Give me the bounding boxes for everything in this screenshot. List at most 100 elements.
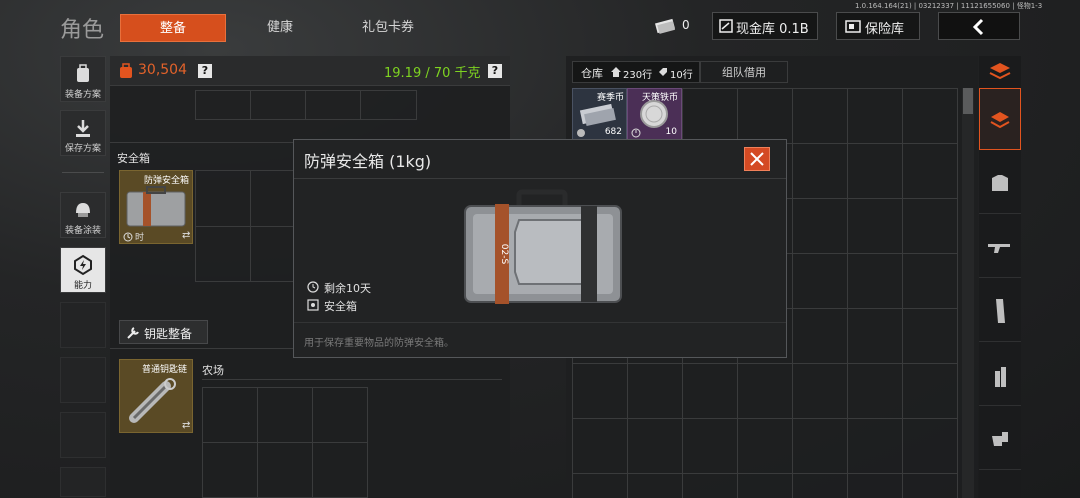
keychain-item[interactable]: 普通钥匙链 ⇄ <box>119 359 193 433</box>
grid-cell[interactable] <box>312 387 368 443</box>
cash-stack-icon <box>579 103 616 126</box>
safe-box-section-label: 安全箱 <box>117 152 150 165</box>
sidebar-empty-slot <box>60 302 106 348</box>
cash-vault-label: 现金库 0.1B <box>736 22 809 37</box>
coin-icon <box>640 100 668 128</box>
grid-cell[interactable] <box>257 442 313 498</box>
ticket-counter[interactable]: 0 <box>652 15 696 37</box>
attachment-icon <box>992 431 1008 446</box>
weight-help-icon[interactable]: ? <box>488 64 502 78</box>
category-tab-gear[interactable] <box>979 152 1021 214</box>
sidebar-empty-slot <box>60 412 106 458</box>
helmet-icon <box>76 203 90 217</box>
backpack-icon <box>77 64 89 82</box>
tab-health[interactable]: 健康 <box>240 14 320 42</box>
sidebar-item-skins[interactable]: 装备涂装 <box>60 192 106 238</box>
sidebar-item-label: 保存方案 <box>64 144 101 154</box>
sidebar-item-loadout-plan[interactable]: 装备方案 <box>60 56 106 102</box>
grid-cell[interactable] <box>202 387 258 443</box>
grid-cell[interactable] <box>250 90 306 120</box>
loadout-value: 30,504 <box>138 62 187 78</box>
sidebar-item-label: 装备方案 <box>64 90 101 100</box>
key-loadout-button[interactable]: 钥匙整备 <box>119 320 208 344</box>
category-tab-weapons[interactable] <box>979 216 1021 278</box>
modal-close-button[interactable] <box>744 147 770 171</box>
page-title: 角色 <box>60 18 105 43</box>
warehouse-rows-2: 10行 <box>670 70 693 81</box>
key-location-divider <box>202 379 502 380</box>
back-button[interactable] <box>938 12 1020 40</box>
swap-icon[interactable]: ⇄ <box>182 420 190 431</box>
backpack-value-icon <box>120 63 132 78</box>
loadout-weight: 19.19 / 70 千克 <box>384 66 481 81</box>
sidebar-item-label: 装备涂装 <box>64 226 101 236</box>
version-info: 1.0.164.164(21) | 03212337 | 11121655060… <box>855 2 1043 10</box>
modal-description-divider <box>294 322 786 323</box>
ability-icon <box>74 254 92 276</box>
modal-title: 防弹安全箱 (1kg) <box>304 152 432 171</box>
close-icon <box>750 152 764 166</box>
sidebar-empty-slot <box>60 357 106 403</box>
warehouse-item-season-coin[interactable]: 赛季币 682 <box>572 88 627 140</box>
case-label: 02-S <box>499 244 509 265</box>
safe-vault-label: 保险库 <box>865 22 905 37</box>
clock-icon <box>307 281 319 293</box>
sidebar-item-save-plan[interactable]: 保存方案 <box>60 110 106 156</box>
safe-vault-button[interactable]: 保险库 <box>836 12 920 40</box>
sort-icon[interactable] <box>987 60 1013 84</box>
safe-box-item[interactable]: 防弹安全箱 时 ⇄ <box>119 170 193 244</box>
grid-cell[interactable] <box>250 170 295 227</box>
home-icon <box>611 67 621 77</box>
value-help-icon[interactable]: ? <box>198 64 212 78</box>
loadout-header: 30,504 ? 19.19 / 70 千克 ? <box>110 56 510 86</box>
warehouse-tab[interactable]: 仓库 230行 10行 <box>572 61 700 83</box>
grid-cell[interactable] <box>195 170 251 227</box>
warehouse-rows: 230行 <box>623 70 653 81</box>
item-count: 10 <box>665 127 677 137</box>
ticket-count: 0 <box>682 18 690 32</box>
category-tab-ammo[interactable] <box>979 344 1021 406</box>
category-tab-magazines[interactable] <box>979 280 1021 342</box>
magazine-icon <box>996 298 1005 323</box>
grid-cell[interactable] <box>250 226 295 282</box>
keychain-thumb-icon <box>129 378 176 423</box>
cash-vault-icon <box>719 19 733 33</box>
wrench-icon <box>127 327 139 339</box>
grid-cell[interactable] <box>257 387 313 443</box>
scrollbar-thumb[interactable] <box>963 88 973 114</box>
grid-cell[interactable] <box>312 442 368 498</box>
category-tab-all[interactable] <box>979 88 1021 150</box>
warehouse-tab-label: 仓库 <box>581 67 603 80</box>
download-icon <box>76 120 90 137</box>
stack-icon <box>990 112 1010 129</box>
rifle-icon <box>988 243 1010 253</box>
warehouse-scrollbar[interactable] <box>962 88 974 498</box>
warehouse-item-iron-coin[interactable]: 天策铁币 10 <box>627 88 682 140</box>
grid-cell[interactable] <box>202 442 258 498</box>
category-tab-attachments[interactable] <box>979 408 1021 470</box>
grid-cell[interactable] <box>305 90 361 120</box>
safe-box-image: 02-S <box>464 189 622 304</box>
modal-description: 用于保存重要物品的防弹安全箱。 <box>304 338 454 349</box>
grid-cell[interactable] <box>195 226 251 282</box>
modal-remaining-time: 剩余10天 <box>324 282 371 295</box>
ticket-icon <box>655 18 676 34</box>
keychain-item-name: 普通钥匙链 <box>142 365 188 375</box>
tab-gift-cards[interactable]: 礼包卡券 <box>340 14 436 42</box>
tab-loadout[interactable]: 整备 <box>120 14 226 42</box>
swap-icon[interactable]: ⇄ <box>182 230 190 241</box>
safe-box-grid <box>195 170 295 282</box>
vest-icon <box>992 174 1008 191</box>
cash-vault-button[interactable]: 现金库 0.1B <box>712 12 818 40</box>
team-loan-tab[interactable]: 组队借用 <box>700 61 788 83</box>
sidebar-item-abilities[interactable]: 能力 <box>60 247 106 293</box>
item-detail-modal: 防弹安全箱 (1kg) 02-S 剩余10天 安全箱 用于保存重要物品的防弹安全… <box>293 139 787 358</box>
safe-vault-icon <box>845 20 861 33</box>
grid-cell[interactable] <box>360 90 417 120</box>
stack-sort-icon <box>989 63 1011 80</box>
clock-icon <box>123 232 133 242</box>
key-location-label: 农场 <box>202 364 224 377</box>
grid-cell[interactable] <box>195 90 251 120</box>
safe-type-icon <box>307 299 319 311</box>
sidebar-empty-slot <box>60 467 106 497</box>
